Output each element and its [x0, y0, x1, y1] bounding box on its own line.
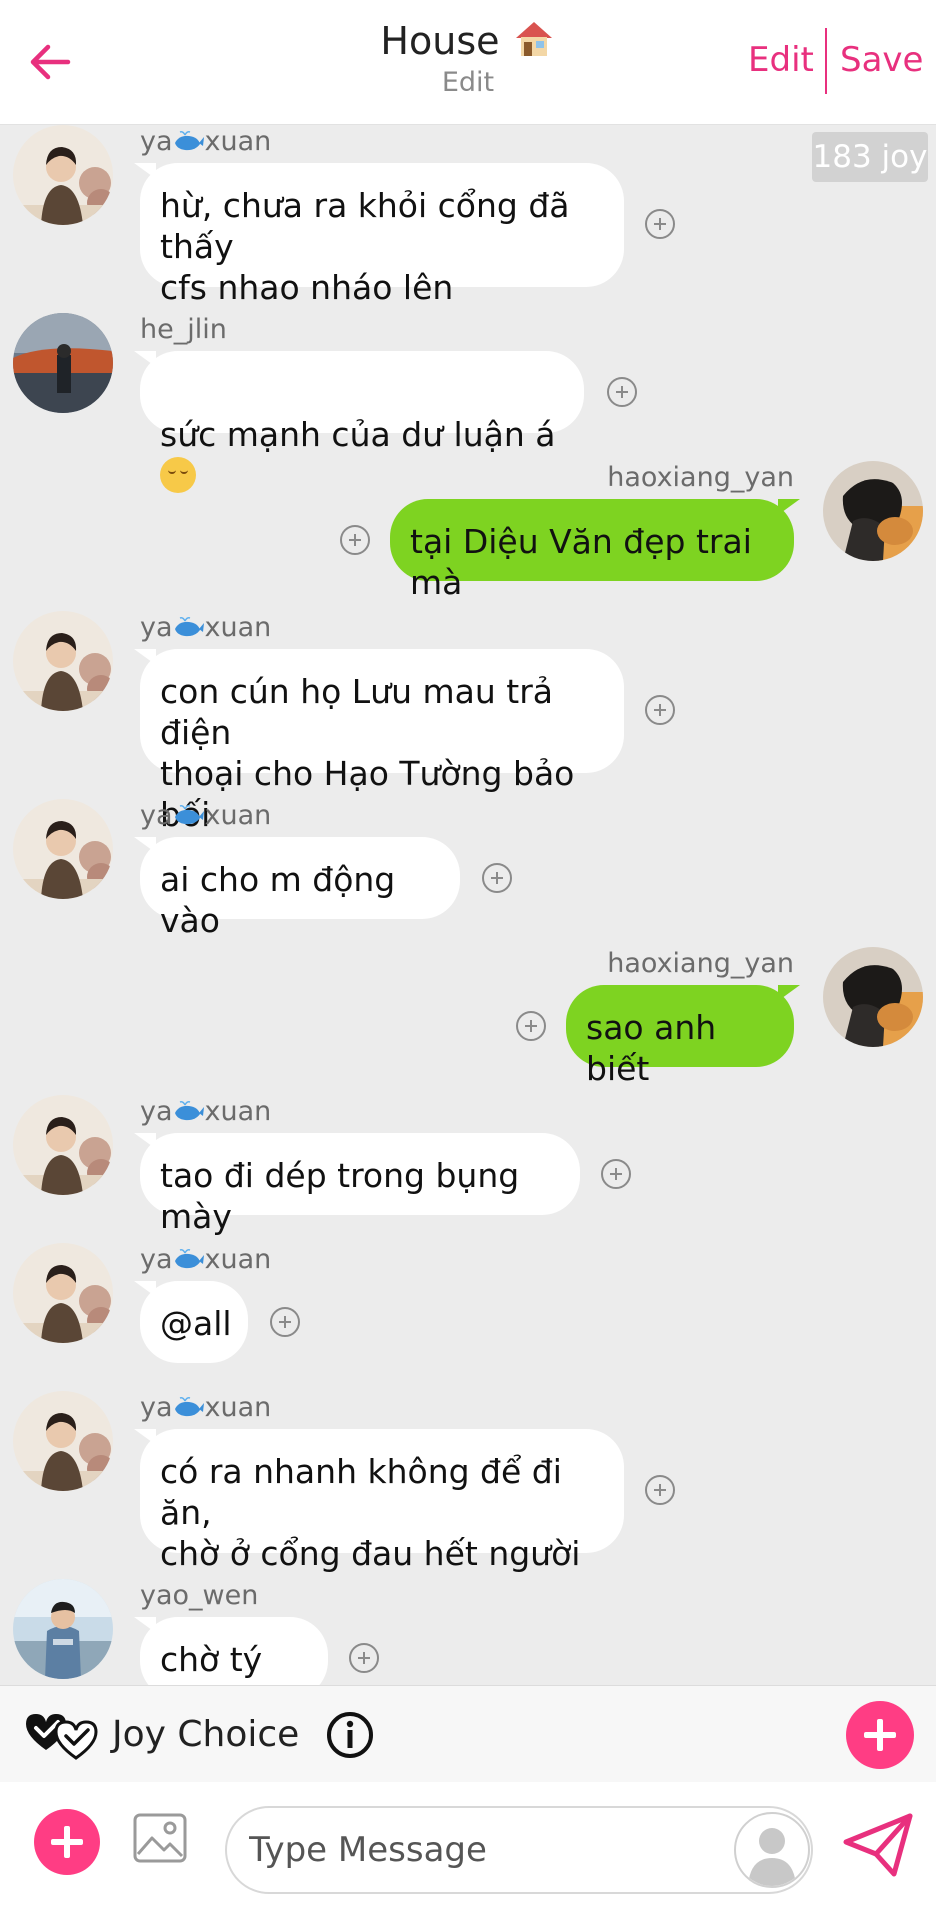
avatar[interactable]	[13, 799, 113, 899]
joy-choice-add-button[interactable]	[846, 1701, 914, 1769]
sender-name: haoxiang_yan	[607, 462, 794, 493]
message-bubble[interactable]: hừ, chưa ra khỏi cổng đã thấy cfs nhao n…	[134, 163, 624, 307]
avatar-yaowen	[13, 1579, 113, 1679]
chat-title-area[interactable]: House Edit	[268, 16, 668, 100]
add-reaction-button[interactable]	[340, 525, 370, 555]
sender-name-suffix: xuan	[204, 612, 272, 643]
save-button[interactable]: Save	[840, 40, 923, 80]
message-bubble[interactable]: tao đi dép trong bụng mày	[134, 1133, 580, 1236]
sender-name-prefix: ya	[140, 800, 173, 831]
sender-name-suffix: xuan	[204, 1244, 272, 1275]
sender-name-suffix: xuan	[204, 800, 272, 831]
add-reaction-button[interactable]	[645, 209, 675, 239]
avatar-yaxuan	[13, 611, 113, 711]
edit-button[interactable]: Edit	[748, 40, 814, 80]
avatar-yaxuan	[13, 1391, 113, 1491]
header-divider	[825, 28, 827, 94]
house-icon	[515, 22, 552, 56]
sender-name-prefix: ya	[140, 1096, 173, 1127]
add-reaction-button[interactable]	[607, 377, 637, 407]
add-reaction-button[interactable]	[270, 1307, 300, 1337]
message-input[interactable]	[225, 1806, 813, 1894]
arrow-left-icon	[30, 44, 71, 80]
avatar[interactable]	[823, 461, 923, 561]
sender-name-prefix: ya	[140, 1244, 173, 1275]
add-reaction-button[interactable]	[349, 1643, 379, 1673]
double-check-hearts-icon[interactable]	[22, 1710, 102, 1762]
message-bubble[interactable]: tại Diệu Văn đẹp trai mà	[390, 499, 800, 602]
avatar-yaxuan	[13, 1243, 113, 1343]
avatar[interactable]	[13, 125, 113, 225]
whale-icon	[174, 1397, 204, 1417]
avatar-yaxuan	[13, 1095, 113, 1195]
sender-name: he_jlin	[140, 314, 227, 345]
attach-add-button[interactable]	[34, 1809, 100, 1875]
sender-name-suffix: xuan	[204, 1392, 272, 1423]
avatar-yaxuan	[13, 799, 113, 899]
chat-messages-list[interactable]: ya xuan hừ, chưa ra khỏi cổng đã thấy cfs…	[0, 125, 936, 1685]
info-icon[interactable]	[325, 1710, 375, 1760]
image-icon[interactable]	[132, 1810, 188, 1866]
chat-title-text: House	[380, 19, 500, 63]
message-bubble[interactable]: con cún họ Lưu mau trả điện thoại cho Hạ…	[134, 649, 624, 834]
whale-icon	[174, 1249, 204, 1269]
sender-name-prefix: ya	[140, 126, 173, 157]
message-bubble[interactable]: chờ tý coi	[134, 1617, 328, 1685]
sender-name: ya xuan	[140, 1391, 271, 1425]
avatar-yaxuan	[13, 125, 113, 225]
sender-name: ya xuan	[140, 125, 271, 159]
sender-name-suffix: xuan	[204, 126, 272, 157]
message-bubble[interactable]: ai cho m động vào	[134, 837, 460, 940]
whale-icon	[174, 1101, 204, 1121]
sender-name: yao_wen	[140, 1580, 259, 1611]
avatar[interactable]	[823, 947, 923, 1047]
avatar[interactable]	[13, 1095, 113, 1195]
joy-choice-label[interactable]: Joy Choice	[112, 1713, 299, 1757]
avatar[interactable]	[13, 611, 113, 711]
joy-choice-bar: Joy Choice	[0, 1685, 936, 1783]
chat-subtitle: Edit	[441, 67, 495, 98]
avatar-hejlin	[13, 313, 113, 413]
message-text: sức mạnh của dư luận á	[160, 415, 556, 454]
add-reaction-button[interactable]	[645, 1475, 675, 1505]
sender-name: ya xuan	[140, 799, 271, 833]
send-icon[interactable]	[842, 1812, 914, 1878]
message-bubble[interactable]: sức mạnh của dư luận á	[134, 351, 584, 493]
message-bubble[interactable]: có ra nhanh không để đi ăn, chờ ở cổng đ…	[134, 1429, 624, 1573]
sender-name-suffix: xuan	[204, 1096, 272, 1127]
sender-name: ya xuan	[140, 611, 271, 645]
add-reaction-button[interactable]	[601, 1159, 631, 1189]
relieved-face-icon	[160, 457, 196, 493]
add-reaction-button[interactable]	[645, 695, 675, 725]
message-bubble[interactable]: @all	[134, 1281, 248, 1363]
avatar-haoxiang	[823, 947, 923, 1047]
whale-icon	[174, 805, 204, 825]
top-bar: House Edit Edit Save	[0, 0, 936, 125]
avatar[interactable]	[13, 1243, 113, 1343]
avatar[interactable]	[13, 1579, 113, 1679]
avatar[interactable]	[13, 313, 113, 413]
whale-icon	[174, 617, 204, 637]
message-bubble[interactable]: sao anh biết	[566, 985, 800, 1088]
back-button[interactable]	[22, 34, 78, 90]
add-reaction-button[interactable]	[482, 863, 512, 893]
sender-name: haoxiang_yan	[607, 948, 794, 979]
sender-name-prefix: ya	[140, 1392, 173, 1423]
sender-name: ya xuan	[140, 1095, 271, 1129]
avatar-haoxiang	[823, 461, 923, 561]
sender-name-prefix: ya	[140, 612, 173, 643]
message-composer	[0, 1782, 936, 1920]
add-reaction-button[interactable]	[516, 1011, 546, 1041]
sender-name: ya xuan	[140, 1243, 271, 1277]
whale-icon	[174, 131, 204, 151]
user-silhouette-icon[interactable]	[734, 1812, 810, 1888]
joy-count-badge: 183 joy	[812, 132, 928, 182]
chat-title: House	[268, 16, 668, 66]
avatar[interactable]	[13, 1391, 113, 1491]
